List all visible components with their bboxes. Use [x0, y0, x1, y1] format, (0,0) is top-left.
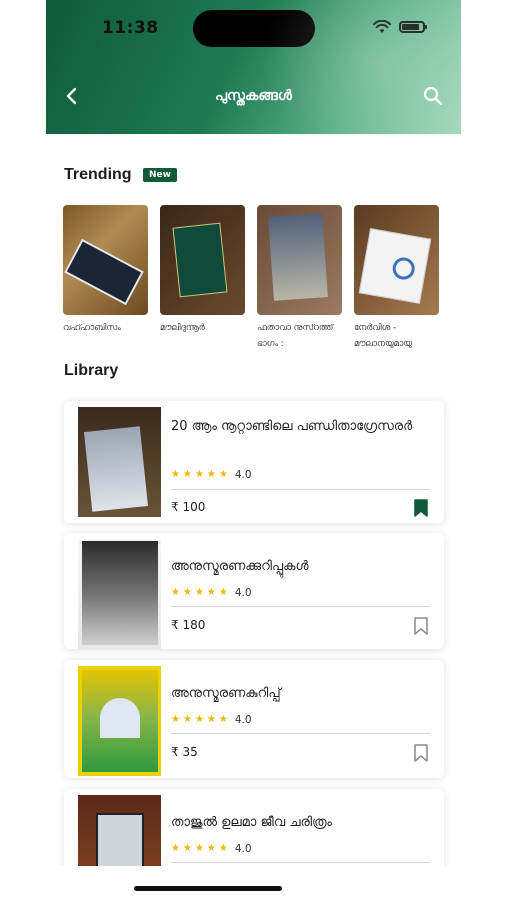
book-title: അനുസ്മരണകുറിപ്പ് — [171, 686, 281, 701]
star-icon: ★ — [171, 843, 180, 854]
star-icon: ★ — [206, 714, 216, 725]
trending-item-label: മൗലിദുന്നൂർ — [160, 323, 205, 333]
book-title: താജുൽ ഉലമാ ജീവ ചരിത്രം — [171, 815, 333, 830]
wifi-icon — [373, 20, 391, 33]
library-book-card[interactable]: അനുസ്മരണക്കുറിപ്പുകൾ ★ ★ ★ ★ ★ 4.0 ₹ 180 — [64, 533, 444, 649]
book-title: അനുസ്മരണക്കുറിപ്പുകൾ — [171, 559, 309, 574]
book-cover[interactable] — [354, 205, 439, 315]
star-icon: ★ — [171, 469, 180, 480]
library-book-card[interactable]: അനുസ്മരണകുറിപ്പ് ★ ★ ★ ★ ★ 4.0 ₹ 35 — [64, 660, 444, 778]
price: ₹ 100 — [171, 500, 206, 514]
star-icon: ★ — [182, 469, 192, 480]
trending-item-label: നേർവിശ - മൗലാനയുമായു — [354, 323, 412, 349]
price: ₹ 35 — [171, 745, 198, 759]
star-icon: ★ — [218, 843, 228, 854]
home-indicator — [134, 886, 282, 891]
trending-title: Trending — [64, 166, 132, 183]
trending-item[interactable]: ഫതാവാ നുസ്റത്ത് ഭാഗം : — [257, 205, 342, 352]
star-icon: ★ — [206, 469, 216, 480]
app-screen: 11:38 പുസ്തകങ്ങൾ Trending New വഹ്ഹാബിസം — [46, 0, 461, 900]
star-icon: ★ — [194, 587, 204, 598]
bottom-safe-area — [46, 866, 461, 900]
trending-item-label: ഫതാവാ നുസ്റത്ത് ഭാഗം : — [257, 323, 334, 349]
rating-value: 4.0 — [234, 714, 252, 726]
star-icon: ★ — [171, 587, 180, 598]
star-icon: ★ — [206, 843, 216, 854]
new-badge: New — [143, 168, 177, 182]
bookmark-filled-icon[interactable] — [414, 499, 428, 517]
book-cover[interactable] — [63, 205, 148, 315]
library-title: Library — [64, 362, 119, 379]
star-icon: ★ — [218, 714, 228, 725]
rating: ★ ★ ★ ★ ★ 4.0 — [171, 843, 252, 855]
book-cover[interactable] — [160, 205, 245, 315]
star-icon: ★ — [182, 843, 192, 854]
rating-value: 4.0 — [234, 843, 252, 855]
header: 11:38 പുസ്തകങ്ങൾ — [46, 0, 461, 134]
star-icon: ★ — [194, 843, 204, 854]
divider — [171, 489, 430, 490]
book-cover[interactable] — [78, 539, 161, 649]
star-icon: ★ — [171, 714, 180, 725]
rating: ★ ★ ★ ★ ★ 4.0 — [171, 714, 252, 726]
bookmark-icon[interactable] — [414, 617, 428, 635]
star-icon: ★ — [218, 469, 228, 480]
trending-item-label: വഹ്ഹാബിസം — [63, 323, 121, 333]
dynamic-island — [193, 10, 315, 47]
star-icon: ★ — [182, 587, 192, 598]
status-time: 11:38 — [102, 18, 159, 38]
library-book-card[interactable]: 20 ആം നൂറ്റാണ്ടിലെ പണ്ഡിതാഗ്രേസരർ ★ ★ ★ … — [64, 401, 444, 523]
star-icon: ★ — [182, 714, 192, 725]
star-icon: ★ — [194, 469, 204, 480]
trending-list: വഹ്ഹാബിസം മൗലിദുന്നൂർ ഫതാവാ നുസ്റത്ത് ഭാ… — [63, 205, 439, 352]
trending-item[interactable]: മൗലിദുന്നൂർ — [160, 205, 245, 352]
book-cover[interactable] — [257, 205, 342, 315]
book-title: 20 ആം നൂറ്റാണ്ടിലെ പണ്ഡിതാഗ്രേസരർ — [171, 419, 413, 434]
book-cover[interactable] — [78, 666, 161, 776]
rating-value: 4.0 — [234, 469, 252, 481]
battery-icon — [399, 21, 427, 33]
bookmark-icon[interactable] — [414, 744, 428, 762]
trending-item[interactable]: നേർവിശ - മൗലാനയുമായു — [354, 205, 439, 352]
divider — [171, 862, 430, 863]
rating: ★ ★ ★ ★ ★ 4.0 — [171, 587, 252, 599]
divider — [171, 606, 430, 607]
star-icon: ★ — [194, 714, 204, 725]
price: ₹ 180 — [171, 618, 206, 632]
rating-value: 4.0 — [234, 587, 252, 599]
search-icon[interactable] — [423, 86, 443, 106]
rating: ★ ★ ★ ★ ★ 4.0 — [171, 469, 252, 481]
star-icon: ★ — [206, 587, 216, 598]
book-cover[interactable] — [78, 407, 161, 517]
status-icons — [373, 20, 427, 34]
star-icon: ★ — [218, 587, 228, 598]
page-title: പുസ്തകങ്ങൾ — [215, 88, 292, 104]
divider — [171, 733, 430, 734]
trending-item[interactable]: വഹ്ഹാബിസം — [63, 205, 148, 352]
